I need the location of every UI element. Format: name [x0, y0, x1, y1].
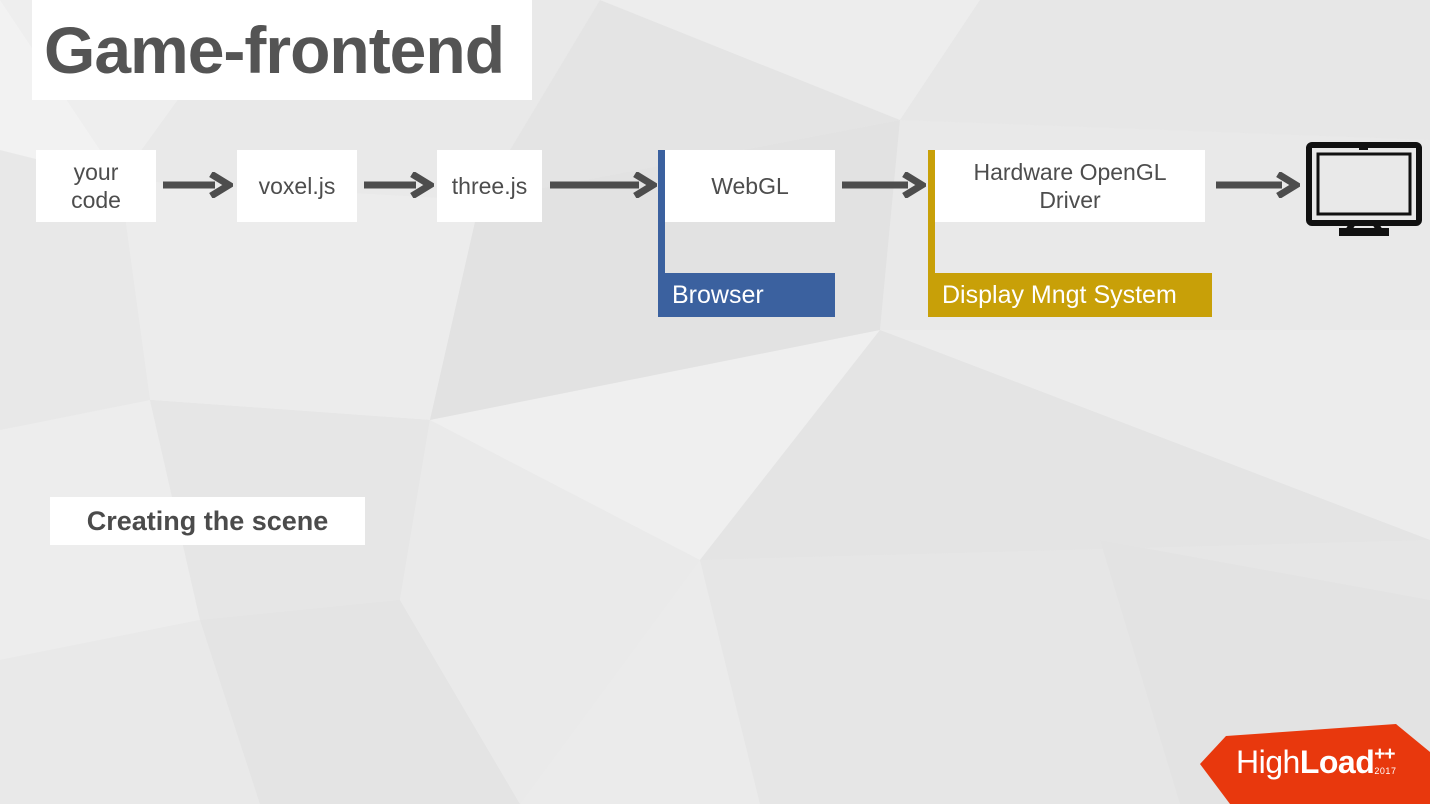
- pipeline-node-hardware-opengl-driver: Hardware OpenGL Driver: [935, 150, 1205, 222]
- pipeline-group-browser: WebGL Browser: [658, 150, 835, 317]
- highload-logo-high: High: [1236, 744, 1300, 780]
- monitor-icon: [1306, 142, 1422, 236]
- browser-group-label: Browser: [658, 273, 835, 317]
- arrow-driver-to-monitor: [1216, 172, 1300, 198]
- arrow-three-to-webgl: [550, 172, 657, 198]
- display-mngt-group-label: Display Mngt System: [928, 273, 1212, 317]
- subtitle-text: Creating the scene: [86, 505, 329, 536]
- browser-group-label-text: Browser: [672, 280, 764, 309]
- subtitle-box: Creating the scene: [50, 497, 365, 545]
- pipeline-node-three-js-label: three.js: [451, 172, 528, 199]
- display-mngt-group-label-text: Display Mngt System: [942, 280, 1177, 309]
- highload-logo: HighLoad++ 2017: [1200, 718, 1430, 804]
- arrow-webgl-to-driver: [842, 172, 926, 198]
- pipeline-node-voxel-js-label: voxel.js: [258, 172, 336, 199]
- pipeline-node-your-code: your code: [36, 150, 156, 222]
- highload-logo-plus: ++: [1374, 744, 1395, 765]
- highload-logo-text: HighLoad++ 2017: [1236, 744, 1397, 781]
- arrow-your-code-to-voxel: [163, 172, 233, 198]
- pipeline-node-voxel-js: voxel.js: [237, 150, 357, 222]
- highload-logo-year: 2017: [1374, 766, 1397, 776]
- pipeline-group-display-mngt-system: Hardware OpenGL Driver Display Mngt Syst…: [928, 150, 1212, 317]
- pipeline-node-your-code-label: your code: [71, 158, 121, 213]
- pipeline-node-webgl-label: WebGL: [711, 172, 789, 199]
- arrow-voxel-to-three: [364, 172, 434, 198]
- background-polygon-texture: [0, 0, 1430, 804]
- slide-title-box: Game-frontend: [32, 0, 532, 100]
- pipeline-node-three-js: three.js: [437, 150, 542, 222]
- highload-logo-load: Load: [1299, 744, 1375, 780]
- pipeline-node-hardware-opengl-driver-label: Hardware OpenGL Driver: [973, 158, 1167, 213]
- slide-canvas: Game-frontend your code voxel.js three.j…: [0, 0, 1430, 804]
- page-title: Game-frontend: [44, 13, 505, 87]
- pipeline-node-webgl: WebGL: [665, 150, 835, 222]
